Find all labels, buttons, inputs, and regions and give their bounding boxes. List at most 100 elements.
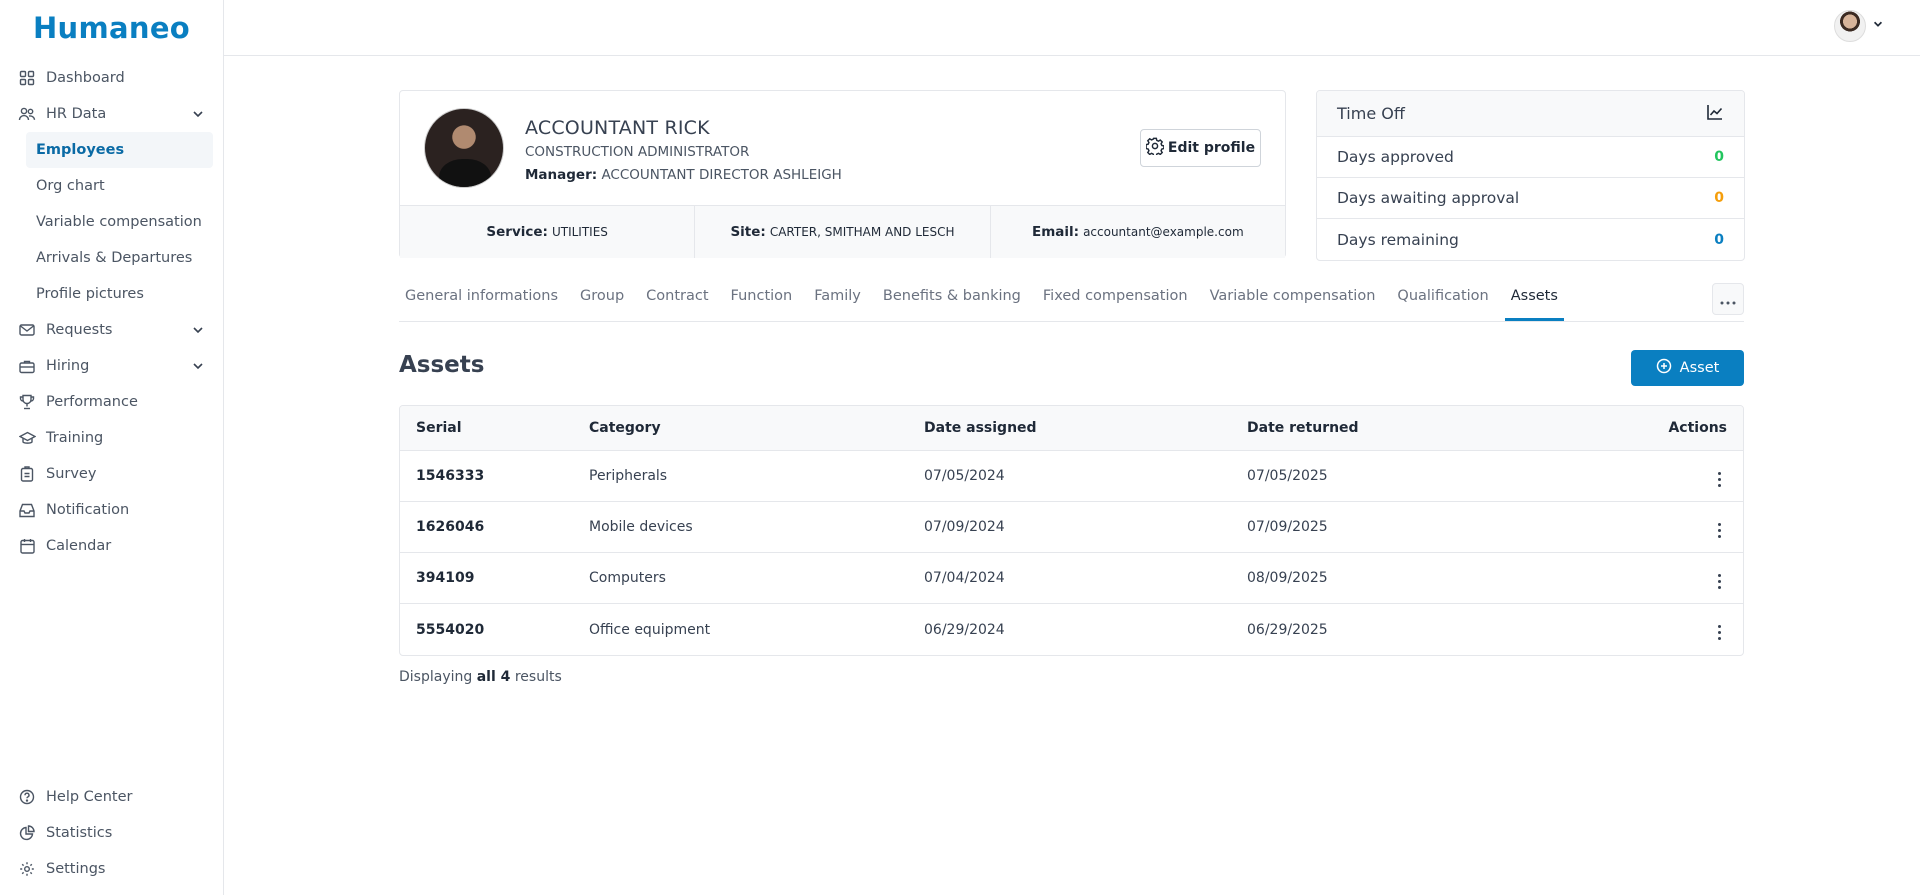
chevron-down-icon[interactable] <box>191 323 205 337</box>
sidebar-item-label: Dashboard <box>46 70 125 86</box>
time-off-row-label: Days approved <box>1337 148 1454 166</box>
sidebar-item-performance[interactable]: Performance <box>0 384 223 420</box>
tab-fixed-compensation[interactable]: Fixed compensation <box>1043 279 1188 321</box>
time-off-row: Days awaiting approval 0 <box>1317 178 1744 219</box>
column-header-serial[interactable]: Serial <box>400 420 589 436</box>
service-value: UTILITIES <box>551 225 608 239</box>
user-menu[interactable] <box>1834 10 1884 42</box>
sidebar-subitem-org-chart[interactable]: Org chart <box>0 168 213 204</box>
sidebar-bottom-nav: Help Center Statistics Settings <box>0 779 223 887</box>
sidebar-item-label: Calendar <box>46 538 112 554</box>
column-header-category[interactable]: Category <box>589 420 924 436</box>
cell-date-returned: 08/09/2025 <box>1247 570 1328 586</box>
line-chart-icon[interactable] <box>1706 103 1724 125</box>
tab-benefits-banking[interactable]: Benefits & banking <box>883 279 1021 321</box>
sidebar-item-label: Performance <box>46 394 138 410</box>
sidebar-item-label: Help Center <box>46 789 133 805</box>
sidebar-item-survey[interactable]: Survey <box>0 456 223 492</box>
more-tabs-button[interactable] <box>1712 283 1744 315</box>
sidebar-item-hr-data[interactable]: HR Data <box>0 96 223 132</box>
sidebar-item-label: Settings <box>46 861 106 877</box>
time-off-row-value: 0 <box>1714 190 1724 206</box>
cell-serial: 5554020 <box>416 621 485 638</box>
tab-function[interactable]: Function <box>731 279 793 321</box>
time-off-row-value: 0 <box>1714 231 1724 248</box>
kebab-menu-icon[interactable] <box>1711 571 1727 591</box>
cell-date-returned: 07/09/2025 <box>1247 519 1328 535</box>
sidebar-item-settings[interactable]: Settings <box>0 851 223 887</box>
sidebar-subitem-arrivals-departures[interactable]: Arrivals & Departures <box>0 240 213 276</box>
column-header-date-assigned[interactable]: Date assigned <box>924 420 1247 436</box>
tab-general-informations[interactable]: General informations <box>405 279 558 321</box>
table-row: 5554020 Office equipment 06/29/2024 06/2… <box>400 604 1743 655</box>
sidebar-subitem-variable-compensation[interactable]: Variable compensation <box>0 204 213 240</box>
user-avatar[interactable] <box>1834 10 1866 42</box>
profile-header: ACCOUNTANT RICK CONSTRUCTION ADMINISTRAT… <box>400 91 1285 205</box>
sidebar: Humaneo Dashboard HR Data Employees Org … <box>0 0 224 895</box>
sidebar-item-help-center[interactable]: Help Center <box>0 779 223 815</box>
chevron-down-icon[interactable] <box>191 359 205 373</box>
cell-category: Computers <box>589 570 666 586</box>
site-value: CARTER, SMITHAM AND LESCH <box>769 225 955 239</box>
pie-chart-icon <box>18 824 36 842</box>
app-logo[interactable]: Humaneo <box>0 0 223 56</box>
table-row: 1626046 Mobile devices 07/09/2024 07/09/… <box>400 502 1743 553</box>
add-asset-button[interactable]: Asset <box>1631 350 1744 386</box>
clipboard-icon <box>18 465 36 483</box>
sidebar-item-training[interactable]: Training <box>0 420 223 456</box>
sidebar-subitem-employees[interactable]: Employees <box>26 132 213 168</box>
cell-date-assigned: 07/04/2024 <box>924 570 1005 586</box>
gear-icon <box>1145 137 1165 159</box>
tab-family[interactable]: Family <box>814 279 861 321</box>
grid-icon <box>18 69 36 87</box>
cell-actions <box>1623 616 1743 643</box>
email-label: Email: <box>1032 224 1080 240</box>
site-label: Site: <box>730 224 766 240</box>
chevron-down-icon[interactable] <box>1872 18 1884 34</box>
inbox-icon <box>18 501 36 519</box>
sidebar-subitem-profile-pictures[interactable]: Profile pictures <box>0 276 213 312</box>
tab-qualification[interactable]: Qualification <box>1397 279 1488 321</box>
cell-actions <box>1623 514 1743 541</box>
kebab-menu-icon[interactable] <box>1711 469 1727 489</box>
tab-assets[interactable]: Assets <box>1504 279 1564 321</box>
tab-variable-compensation[interactable]: Variable compensation <box>1210 279 1376 321</box>
table-header: Serial Category Date assigned Date retur… <box>400 406 1743 451</box>
kebab-menu-icon[interactable] <box>1711 520 1727 540</box>
cell-date-returned: 06/29/2025 <box>1247 621 1328 638</box>
sidebar-item-label: Training <box>46 430 104 446</box>
time-off-row-label: Days remaining <box>1337 230 1459 249</box>
results-summary: Displaying all 4 results <box>399 669 562 685</box>
column-header-date-returned[interactable]: Date returned <box>1247 420 1623 436</box>
service-label: Service: <box>486 224 548 240</box>
sidebar-item-hiring[interactable]: Hiring <box>0 348 223 384</box>
chevron-down-icon[interactable] <box>191 107 205 121</box>
time-off-row-value: 0 <box>1714 149 1724 165</box>
tab-group[interactable]: Group <box>580 279 624 321</box>
site-info: Site: CARTER, SMITHAM AND LESCH <box>695 206 991 258</box>
table-row: 394109 Computers 07/04/2024 08/09/2025 <box>400 553 1743 604</box>
sidebar-item-notification[interactable]: Notification <box>0 492 223 528</box>
employee-name: ACCOUNTANT RICK <box>525 117 710 139</box>
sidebar-item-dashboard[interactable]: Dashboard <box>0 60 223 96</box>
sidebar-item-label: Requests <box>46 322 113 338</box>
profile-tabs: General informations Group Contract Func… <box>399 279 1744 322</box>
kebab-menu-icon[interactable] <box>1711 623 1727 643</box>
sidebar-item-statistics[interactable]: Statistics <box>0 815 223 851</box>
sidebar-item-calendar[interactable]: Calendar <box>0 528 223 564</box>
sidebar-item-label: Survey <box>46 466 97 482</box>
time-off-row-label: Days awaiting approval <box>1337 189 1520 207</box>
edit-profile-button[interactable]: Edit profile <box>1140 129 1261 167</box>
calendar-icon <box>18 537 36 555</box>
sidebar-item-label: Statistics <box>46 825 113 841</box>
tab-contract[interactable]: Contract <box>646 279 708 321</box>
gear-icon <box>18 860 36 878</box>
sidebar-item-requests[interactable]: Requests <box>0 312 223 348</box>
profile-avatar <box>424 108 504 188</box>
sidebar-item-label: Notification <box>46 502 130 518</box>
column-header-actions: Actions <box>1668 420 1727 436</box>
cell-category: Mobile devices <box>589 519 693 535</box>
time-off-row: Days approved 0 <box>1317 137 1744 178</box>
graduation-cap-icon <box>18 429 36 447</box>
time-off-card: Time Off Days approved 0 Days awaiting a… <box>1316 90 1745 261</box>
